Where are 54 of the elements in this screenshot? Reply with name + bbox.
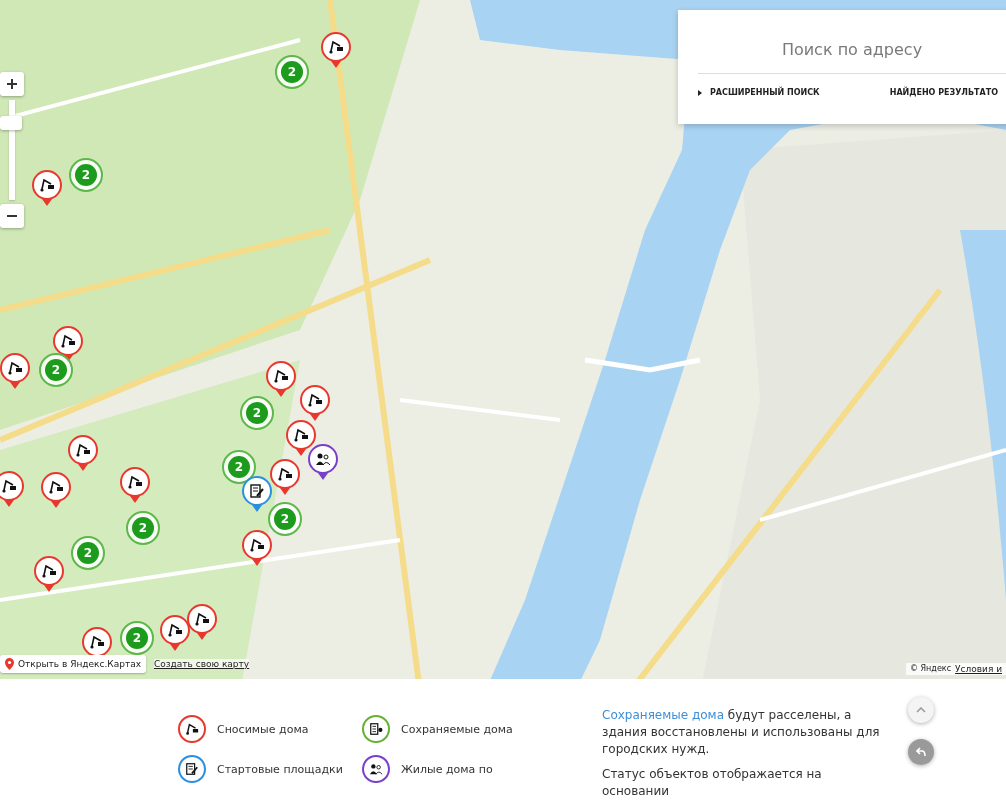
search-title: Поиск по адресу xyxy=(698,10,1006,74)
cluster-count: 2 xyxy=(126,627,148,649)
open-in-maps-button[interactable]: Открыть в Яндекс.Картах xyxy=(0,655,146,673)
legend-label: Сохраняемые дома xyxy=(401,722,513,736)
results-count-label: НАЙДЕНО РЕЗУЛЬТАТО xyxy=(889,88,998,97)
excavator-icon xyxy=(60,333,76,349)
legend-label: Жилые дома по xyxy=(401,762,493,776)
excavator-icon xyxy=(75,442,91,458)
excavator-icon xyxy=(293,427,309,443)
cluster-count: 2 xyxy=(274,508,296,530)
excavator-icon xyxy=(273,368,289,384)
zoom-out-button[interactable] xyxy=(0,204,24,228)
back-button[interactable] xyxy=(908,739,934,765)
cluster-count: 2 xyxy=(246,402,268,424)
excavator-icon xyxy=(249,537,265,553)
excavator-icon xyxy=(277,466,293,482)
people-icon xyxy=(315,451,331,467)
chevron-up-icon xyxy=(916,707,926,713)
cluster-count: 2 xyxy=(228,456,250,478)
legend-label: Стартовые площадки xyxy=(217,762,343,776)
cluster-count: 2 xyxy=(132,517,154,539)
excavator-icon xyxy=(127,474,143,490)
excavator-icon xyxy=(7,360,23,376)
excavator-icon xyxy=(48,479,64,495)
caret-icon xyxy=(698,89,702,96)
excavator-icon xyxy=(328,39,344,55)
excavator-icon xyxy=(194,611,210,627)
document-pencil-icon xyxy=(185,762,199,776)
note-paragraph: Сохраняемые дома будут расселены, а здания восстановлены и использованы для городских нужд. xyxy=(602,707,881,758)
cluster-count: 2 xyxy=(75,164,97,186)
excavator-icon xyxy=(41,563,57,579)
preserved-houses-link[interactable]: Сохраняемые дома xyxy=(602,708,724,722)
excavator-icon xyxy=(167,622,183,638)
status-paragraph: Статус объектов отображается на основании xyxy=(602,766,823,800)
zoom-slider-handle[interactable] xyxy=(0,116,22,130)
excavator-icon xyxy=(89,634,105,650)
create-map-link[interactable]: Создать свою карту xyxy=(154,659,250,669)
cluster-count: 2 xyxy=(281,61,303,83)
zoom-in-button[interactable] xyxy=(0,72,24,96)
map-pin-icon xyxy=(5,658,14,670)
excavator-icon xyxy=(307,392,323,408)
excavator-icon xyxy=(185,722,199,736)
legend-label: Сносимые дома xyxy=(217,722,309,736)
document-pencil-icon xyxy=(249,483,265,499)
excavator-icon xyxy=(1,478,17,494)
building-icon xyxy=(369,722,383,736)
terms-link[interactable]: Условия и xyxy=(955,664,1002,674)
copyright-text: © Яндекс xyxy=(910,664,952,674)
excavator-icon xyxy=(39,177,55,193)
return-arrow-icon xyxy=(916,747,926,757)
people-icon xyxy=(369,762,383,776)
plus-icon xyxy=(6,78,18,90)
cluster-count: 2 xyxy=(45,359,67,381)
cluster-count: 2 xyxy=(77,542,99,564)
